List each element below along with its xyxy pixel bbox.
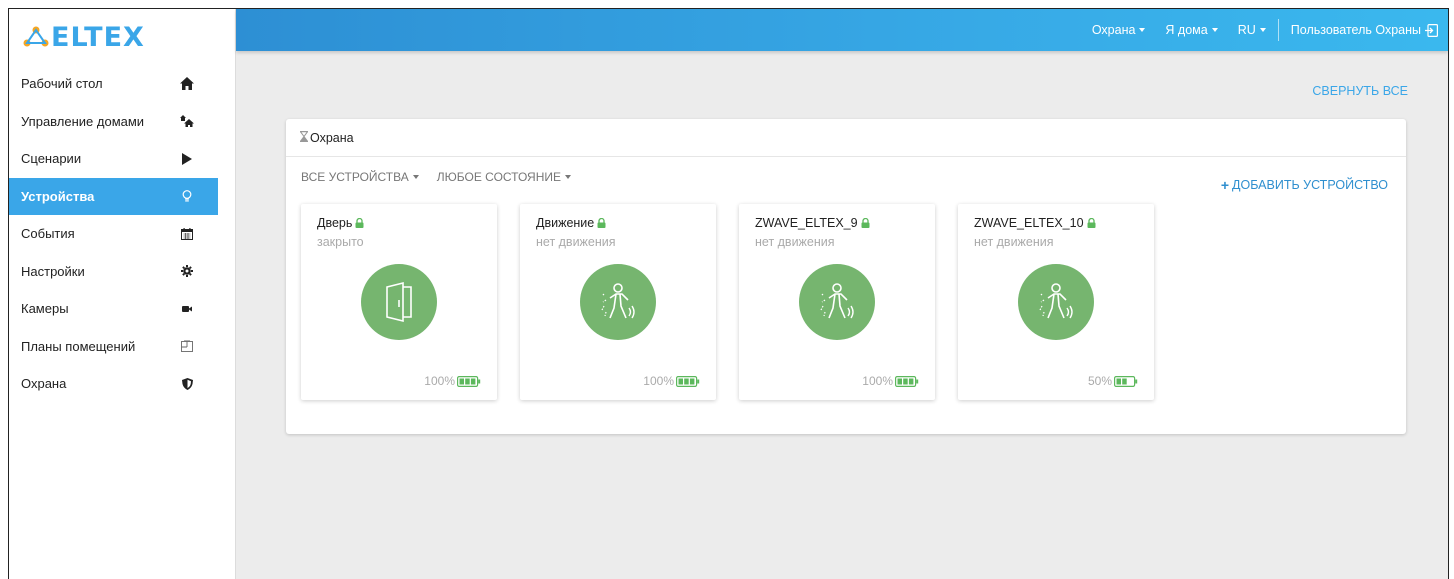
sidebar-item-label: Охрана <box>21 376 67 392</box>
security-dropdown-label: Охрана <box>1091 23 1136 37</box>
device-filter-dropdown[interactable]: ВСЕ УСТРОЙСТВА <box>301 170 419 184</box>
topbar-divider <box>1277 19 1279 41</box>
device-card[interactable]: Движение нет движения 100% <box>520 204 716 400</box>
device-status: нет движения <box>755 235 835 249</box>
sidebar-item-floor-plans[interactable]: Планы помещений <box>9 328 218 366</box>
caret-down-icon <box>1139 28 1146 32</box>
sidebar-item-label: Настройки <box>21 263 85 279</box>
mode-dropdown-label: Я дома <box>1165 23 1208 37</box>
state-filter-label: ЛЮБОЕ СОСТОЯНИЕ <box>436 170 561 184</box>
shield-icon <box>180 377 194 391</box>
battery-icon <box>676 375 700 387</box>
home-icon <box>180 77 194 91</box>
language-dropdown[interactable]: RU <box>1238 23 1266 37</box>
logo-text: ELTEX <box>51 21 145 53</box>
eltex-logo[interactable]: ELTEX <box>9 9 235 65</box>
sidebar-item-dashboard[interactable]: Рабочий стол <box>9 65 218 103</box>
sidebar-item-events[interactable]: События <box>9 215 218 253</box>
sidebar-item-houses[interactable]: Управление домами <box>9 103 218 141</box>
sidebar-item-cameras[interactable]: Камеры <box>9 290 218 328</box>
motion-icon <box>601 283 635 319</box>
collapse-all-button[interactable]: СВЕРНУТЬ ВСЕ <box>1312 84 1408 98</box>
panel-header[interactable]: Охрана <box>286 119 1406 157</box>
logout-icon <box>1425 23 1438 37</box>
language-dropdown-label: RU <box>1237 23 1256 37</box>
device-icon-circle <box>799 264 875 340</box>
gear-icon <box>180 264 194 278</box>
user-menu[interactable]: Пользователь Охраны <box>1291 23 1438 37</box>
sidebar-item-label: Управление домами <box>21 113 145 129</box>
calendar-icon <box>180 227 194 241</box>
lock-icon <box>1087 218 1096 228</box>
door-icon <box>386 281 412 323</box>
device-name: ZWAVE_ELTEX_9 <box>755 216 858 230</box>
sidebar-item-label: Сценарии <box>21 151 82 167</box>
hourglass-icon <box>300 130 308 145</box>
device-name: Дверь <box>317 216 353 230</box>
houses-icon <box>180 114 194 128</box>
motion-icon <box>1039 283 1073 319</box>
battery-percentage: 100% <box>862 374 893 388</box>
sidebar-item-label: Рабочий стол <box>21 76 103 92</box>
play-icon <box>180 152 194 166</box>
device-card[interactable]: ZWAVE_ELTEX_9 нет движения 100% <box>739 204 935 400</box>
add-device-label: ДОБАВИТЬ УСТРОЙСТВО <box>1232 178 1388 192</box>
battery-icon <box>457 375 481 387</box>
sidebar-nav: Рабочий стол Управление домами Сценарии … <box>9 65 235 403</box>
state-filter-dropdown[interactable]: ЛЮБОЕ СОСТОЯНИЕ <box>437 170 571 184</box>
eltex-logo-mark-icon <box>23 26 49 47</box>
topbar: Охрана Я дома RU Пользователь Охраны <box>236 9 1448 51</box>
device-filter-label: ВСЕ УСТРОЙСТВА <box>301 170 409 184</box>
sidebar: ELTEX Рабочий стол Управление домами Сце… <box>9 9 236 579</box>
device-status: нет движения <box>974 235 1054 249</box>
sidebar-item-label: Камеры <box>21 301 69 317</box>
sidebar-item-devices[interactable]: Устройства <box>9 177 218 215</box>
device-icon-circle <box>361 264 437 340</box>
video-camera-icon <box>180 302 194 316</box>
caret-down-icon <box>1259 28 1266 32</box>
device-card[interactable]: Дверь закрыто 100% <box>301 204 497 400</box>
battery-percentage: 50% <box>1087 374 1112 388</box>
panel-title: Охрана <box>310 130 354 145</box>
caret-down-icon <box>412 175 419 179</box>
battery-percentage: 100% <box>643 374 674 388</box>
plus-icon: + <box>1220 177 1230 193</box>
sidebar-item-label: События <box>21 226 75 242</box>
caret-down-icon <box>565 175 571 179</box>
floor-plan-icon <box>180 339 194 353</box>
sidebar-item-security[interactable]: Охрана <box>9 365 218 403</box>
security-panel: Охрана ВСЕ УСТРОЙСТВА ЛЮБОЕ СОСТОЯНИЕ + … <box>286 119 1406 434</box>
lightbulb-icon <box>180 189 194 203</box>
motion-icon <box>820 283 854 319</box>
sidebar-item-settings[interactable]: Настройки <box>9 253 218 291</box>
mode-dropdown[interactable]: Я дома <box>1165 23 1218 37</box>
caret-down-icon <box>1211 28 1218 32</box>
device-icon-circle <box>1018 264 1094 340</box>
battery-icon <box>1114 375 1138 387</box>
security-dropdown[interactable]: Охрана <box>1092 23 1146 37</box>
battery-icon <box>895 375 919 387</box>
sidebar-item-label: Планы помещений <box>21 338 136 354</box>
add-device-button[interactable]: + ДОБАВИТЬ УСТРОЙСТВО <box>1221 177 1388 193</box>
lock-icon <box>597 218 606 228</box>
device-name: ZWAVE_ELTEX_10 <box>974 216 1084 230</box>
device-icon-circle <box>580 264 656 340</box>
app-frame: ELTEX Рабочий стол Управление домами Сце… <box>8 8 1449 579</box>
device-status: нет движения <box>536 235 616 249</box>
lock-icon <box>861 218 870 228</box>
user-name: Пользователь Охраны <box>1290 23 1421 37</box>
device-card[interactable]: ZWAVE_ELTEX_10 нет движения 50% <box>958 204 1154 400</box>
lock-icon <box>355 218 364 228</box>
device-status: закрыто <box>317 235 364 249</box>
battery-percentage: 100% <box>424 374 455 388</box>
sidebar-item-label: Устройства <box>21 188 95 204</box>
device-name: Движение <box>536 216 595 230</box>
sidebar-item-scenarios[interactable]: Сценарии <box>9 140 218 178</box>
